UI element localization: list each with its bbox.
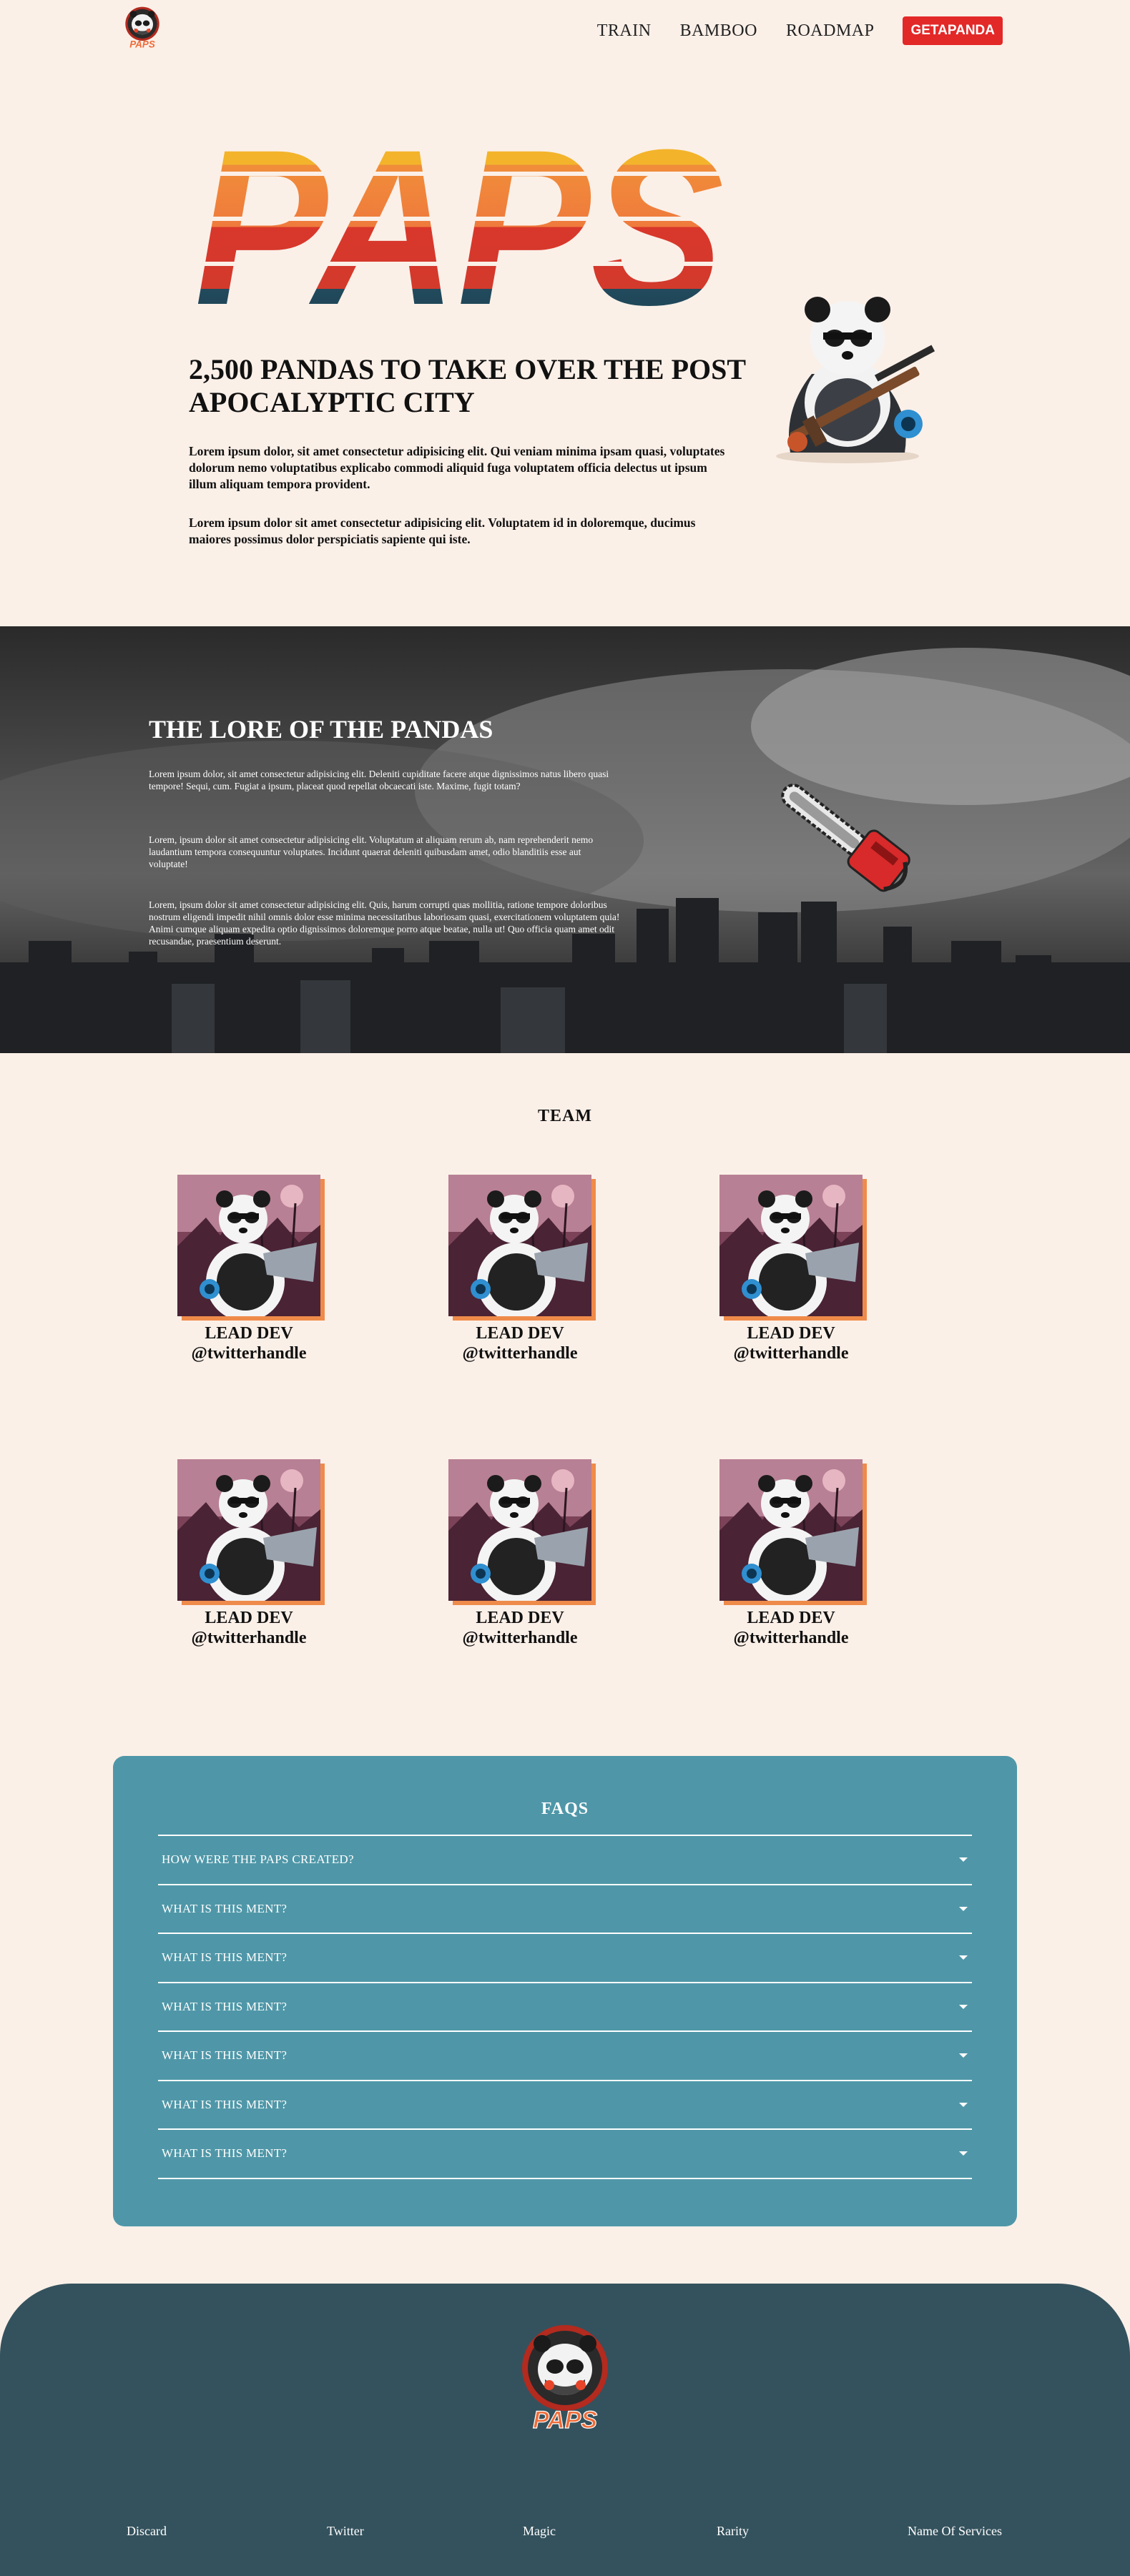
- team-member-avatar: [177, 1459, 320, 1601]
- caret-down-icon[interactable]: [959, 2053, 968, 2058]
- faq-question: WHAT IS THIS MENT?: [162, 1999, 288, 2013]
- lore-section: THE LORE OF THE PANDAS Lorem ipsum dolor…: [0, 626, 1130, 1053]
- team-member-avatar: [177, 1175, 320, 1316]
- team-member-card: LEAD DEV @twitterhandle: [691, 1175, 891, 1363]
- footer-links: Discard Twitter Magic Rarity Name Of Ser…: [0, 2524, 1130, 2545]
- footer-link-magic[interactable]: Magic: [523, 2524, 556, 2539]
- caret-down-icon[interactable]: [959, 2102, 968, 2107]
- faq-item[interactable]: WHAT IS THIS MENT?: [158, 1885, 972, 1934]
- team-member-card: LEAD DEV @twitterhandle: [420, 1175, 620, 1363]
- lore-paragraph-1: Lorem ipsum dolor, sit amet consectetur …: [149, 769, 609, 791]
- team-title: TEAM: [538, 1107, 592, 1125]
- get-a-panda-button[interactable]: GETAPANDA: [903, 16, 1003, 45]
- faq-question: WHAT IS THIS MENT?: [162, 1950, 288, 1965]
- caret-down-icon[interactable]: [959, 1857, 968, 1862]
- nav-link-bamboo[interactable]: BAMBOO: [680, 21, 757, 41]
- lore-paragraph-3: Lorem, ipsum dolor sit amet consectetur …: [149, 899, 620, 947]
- team-member-handle[interactable]: @twitterhandle: [420, 1343, 620, 1363]
- caret-down-icon[interactable]: [959, 2004, 968, 2009]
- footer-link-discard[interactable]: Discard: [127, 2524, 167, 2539]
- hero-paragraph-1: Lorem ipsum dolor, sit amet consectetur …: [189, 444, 725, 491]
- faq-item[interactable]: WHAT IS THIS MENT?: [158, 1934, 972, 1983]
- chainsaw-image: [781, 784, 910, 892]
- team-member-card: LEAD DEV @twitterhandle: [149, 1459, 349, 1648]
- team-member-role: LEAD DEV: [747, 1324, 835, 1343]
- faq-question: WHAT IS THIS MENT?: [162, 2097, 288, 2111]
- team-member-role: LEAD DEV: [205, 1324, 293, 1343]
- faq-question: HOW WERE THE PAPS CREATED?: [162, 1852, 354, 1867]
- faq-list: HOW WERE THE PAPS CREATED? WHAT IS THIS …: [158, 1835, 972, 2179]
- hero-title: 2,500 PANDAS TO TAKE OVER THE POST APOCA…: [189, 353, 746, 418]
- team-member-handle[interactable]: @twitterhandle: [420, 1628, 620, 1648]
- paps-hero-logo: PAPS: [193, 129, 726, 315]
- team-member-avatar: [448, 1175, 591, 1316]
- team-member-handle[interactable]: @twitterhandle: [691, 1343, 891, 1363]
- team-member-avatar: [448, 1459, 591, 1601]
- team-member-role: LEAD DEV: [476, 1609, 564, 1627]
- hero-logo-text: PAPS: [195, 129, 724, 315]
- team-member-handle[interactable]: @twitterhandle: [691, 1628, 891, 1648]
- caret-down-icon[interactable]: [959, 1955, 968, 1960]
- team-member-card: LEAD DEV @twitterhandle: [420, 1459, 620, 1648]
- team-member-card: LEAD DEV @twitterhandle: [691, 1459, 891, 1648]
- team-member-handle[interactable]: @twitterhandle: [149, 1343, 349, 1363]
- nav-link-roadmap[interactable]: ROADMAP: [786, 21, 875, 41]
- footer-link-twitter[interactable]: Twitter: [327, 2524, 364, 2539]
- paps-logo-icon[interactable]: PAPS: [120, 6, 164, 51]
- team-member-role: LEAD DEV: [205, 1609, 293, 1627]
- team-member-handle[interactable]: @twitterhandle: [149, 1628, 349, 1648]
- team-member-avatar: [719, 1459, 863, 1601]
- team-member-avatar: [719, 1175, 863, 1316]
- faq-question: WHAT IS THIS MENT?: [162, 1901, 288, 1915]
- caret-down-icon[interactable]: [959, 2151, 968, 2156]
- footer-link-rarity[interactable]: Rarity: [717, 2524, 749, 2539]
- team-member-card: LEAD DEV @twitterhandle: [149, 1175, 349, 1363]
- armed-panda-image: [776, 297, 935, 463]
- faq-question: WHAT IS THIS MENT?: [162, 2048, 288, 2063]
- lore-paragraph-2: Lorem, ipsum dolor sit amet consectetur …: [149, 834, 594, 869]
- hero-paragraph-2: Lorem ipsum dolor sit amet consectetur a…: [189, 515, 696, 546]
- team-member-role: LEAD DEV: [476, 1324, 564, 1343]
- faq-item[interactable]: WHAT IS THIS MENT?: [158, 2081, 972, 2130]
- footer-link-services[interactable]: Name Of Services: [908, 2524, 1002, 2539]
- faq-question: WHAT IS THIS MENT?: [162, 2146, 288, 2161]
- paps-footer-logo-icon[interactable]: PAPS: [516, 2322, 614, 2438]
- faq-item[interactable]: WHAT IS THIS MENT?: [158, 2032, 972, 2081]
- nav-links: TRAIN BAMBOO ROADMAP GETAPANDA: [569, 16, 1003, 45]
- footer-logo-text: PAPS: [533, 2407, 597, 2434]
- footer: PAPS Discard Twitter Magic Rarity Name O…: [0, 2284, 1130, 2576]
- top-nav: PAPS TRAIN BAMBOO ROADMAP GETAPANDA: [0, 0, 1130, 61]
- faq-title: FAQS: [541, 1800, 589, 1818]
- nav-logo-text: PAPS: [129, 39, 155, 49]
- faq-item[interactable]: HOW WERE THE PAPS CREATED?: [158, 1836, 972, 1885]
- nav-link-train[interactable]: TRAIN: [597, 21, 652, 41]
- faq-item[interactable]: WHAT IS THIS MENT?: [158, 2130, 972, 2179]
- lore-title: THE LORE OF THE PANDAS: [149, 715, 493, 744]
- caret-down-icon[interactable]: [959, 1906, 968, 1911]
- team-member-role: LEAD DEV: [747, 1609, 835, 1627]
- faq-section: FAQS HOW WERE THE PAPS CREATED? WHAT IS …: [113, 1756, 1017, 2226]
- faq-item[interactable]: WHAT IS THIS MENT?: [158, 1983, 972, 2032]
